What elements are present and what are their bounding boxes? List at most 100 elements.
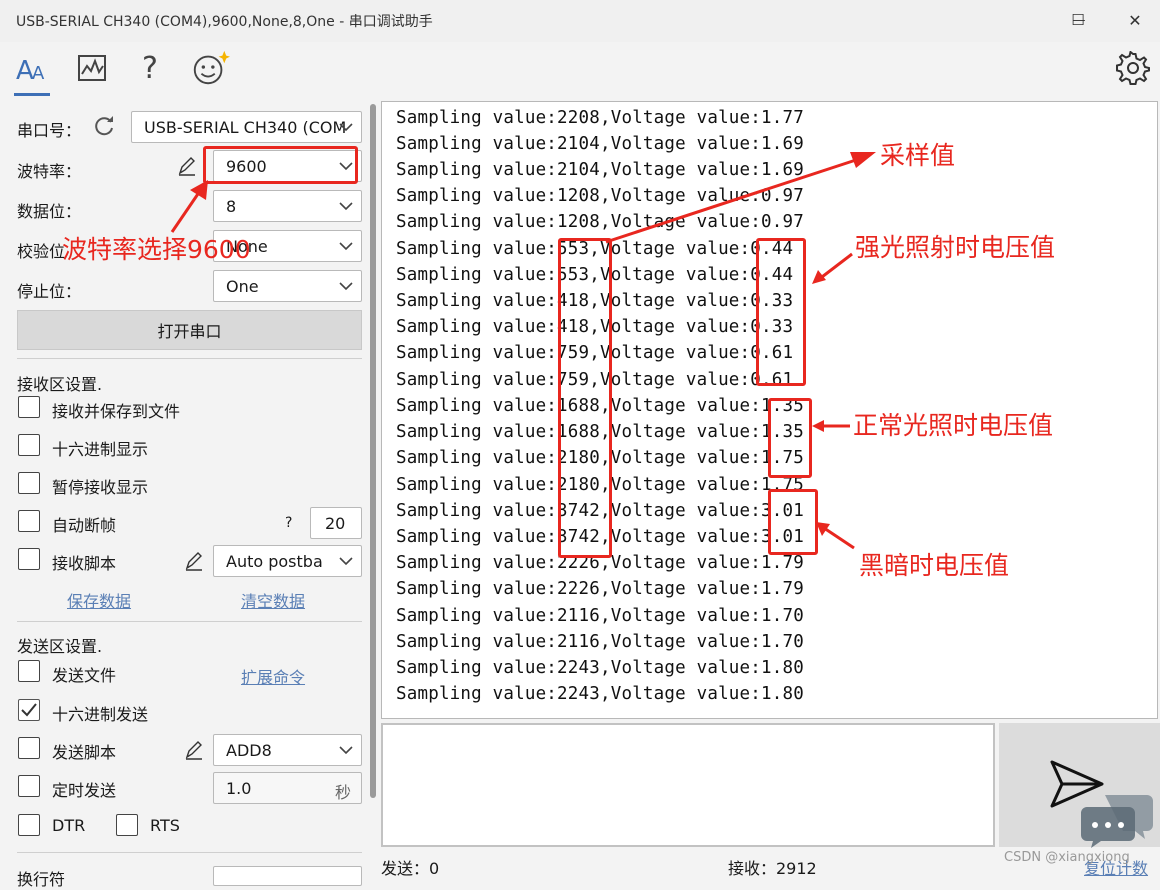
arrow-annotation [812, 252, 853, 284]
save-to-file-checkbox[interactable] [18, 396, 40, 418]
send-script-checkbox[interactable] [18, 737, 40, 759]
received-count: 接收：2912 [728, 859, 817, 878]
recv-script-label: 接收脚本 [52, 554, 117, 573]
svg-text:A: A [32, 63, 45, 83]
arrow-annotation [170, 180, 208, 233]
receive-line: Sampling value:2226,Voltage value:1.79 [396, 579, 804, 599]
port-label: 串口号： [17, 121, 82, 140]
emoji-icon[interactable] [190, 48, 230, 88]
save-data-link[interactable]: 保存数据 [67, 588, 131, 612]
chevron-down-icon [339, 123, 353, 132]
chat-icon [1081, 795, 1153, 848]
chevron-down-icon [339, 242, 353, 251]
hex-send-checkbox[interactable] [18, 699, 40, 721]
divider [17, 358, 362, 359]
save-to-file-label: 接收并保存到文件 [52, 402, 181, 421]
normal-light-annotation: 正常光照时电压值 [853, 411, 1054, 440]
close-button[interactable]: ✕ [1110, 0, 1160, 40]
window-title: USB-SERIAL CH340 (COM4),9600,None,8,One … [16, 14, 433, 30]
dtr-label: DTR [52, 816, 86, 835]
sampling-column-box [558, 238, 612, 558]
open-port-button[interactable]: 打开串口 [17, 310, 362, 350]
arrow-annotation [816, 522, 855, 550]
edit-pen-icon[interactable] [183, 739, 207, 763]
auto-frame-checkbox[interactable] [18, 510, 40, 532]
seconds-unit: 秒 [334, 783, 351, 802]
font-icon[interactable]: AA [12, 48, 52, 88]
databits-select[interactable]: 8 [213, 190, 362, 222]
baud-annotation: 波特率选择9600 [62, 235, 251, 264]
hex-send-label: 十六进制发送 [52, 705, 149, 724]
normal-light-box [768, 398, 812, 478]
watermark: CSDN @xiangxiong [1004, 850, 1130, 865]
toolbar-active-indicator [14, 93, 50, 96]
rts-label: RTS [150, 816, 180, 835]
receive-line: Sampling value:2116,Voltage value:1.70 [396, 632, 804, 652]
line-ending-label: 换行符 [17, 870, 66, 889]
recv-script-select[interactable]: Auto postba [213, 545, 362, 577]
toolbar: AA ? [0, 42, 1160, 98]
send-file-label: 发送文件 [52, 666, 117, 685]
divider [17, 852, 362, 853]
timed-interval-input[interactable]: 1.0 秒 [213, 772, 362, 804]
edit-pen-icon[interactable] [183, 550, 207, 574]
parity-label: 校验位 [17, 242, 66, 261]
line-ending-select[interactable] [213, 866, 362, 886]
baud-highlight-box [203, 146, 358, 184]
pause-display-checkbox[interactable] [18, 472, 40, 494]
receive-settings-heading: 接收区设置. [17, 375, 103, 394]
receive-line: Sampling value:2243,Voltage value:1.80 [396, 658, 804, 678]
arrow-annotation [812, 420, 850, 432]
rts-checkbox[interactable] [116, 814, 138, 836]
arrow-annotation [605, 152, 876, 244]
sent-count: 发送：0 [381, 859, 440, 878]
chevron-down-icon [339, 557, 353, 566]
databits-label: 数据位： [17, 202, 82, 221]
send-script-label: 发送脚本 [52, 743, 117, 762]
refresh-icon[interactable] [92, 114, 118, 140]
receive-line: Sampling value:2243,Voltage value:1.80 [396, 684, 804, 704]
check-icon [21, 703, 37, 717]
send-input[interactable] [381, 723, 995, 847]
divider [17, 621, 362, 622]
auto-frame-help-icon[interactable]: ? [285, 515, 292, 531]
baud-label: 波特率： [17, 162, 82, 181]
chevron-down-icon [339, 746, 353, 755]
send-file-checkbox[interactable] [18, 660, 40, 682]
sample-annotation: 采样值 [880, 141, 956, 170]
gear-icon[interactable] [1113, 48, 1153, 88]
timed-send-label: 定时发送 [52, 781, 117, 800]
edit-pen-icon[interactable] [176, 155, 200, 179]
strong-light-box [756, 238, 806, 386]
title-bar: USB-SERIAL CH340 (COM4),9600,None,8,One … [0, 0, 1160, 43]
chevron-down-icon [339, 282, 353, 291]
stopbits-label: 停止位： [17, 282, 82, 301]
chart-icon[interactable] [72, 48, 112, 88]
maximize-icon: ☐ [1071, 11, 1085, 29]
dark-box [768, 489, 818, 555]
extend-command-link[interactable]: 扩展命令 [241, 664, 305, 688]
auto-frame-label: 自动断帧 [52, 516, 117, 535]
help-icon[interactable]: ? [130, 48, 170, 88]
close-icon: ✕ [1128, 10, 1142, 30]
timed-send-checkbox[interactable] [18, 775, 40, 797]
auto-frame-input[interactable]: 20 [310, 507, 362, 539]
dark-annotation: 黑暗时电压值 [859, 551, 1010, 580]
recv-script-checkbox[interactable] [18, 548, 40, 570]
send-script-select[interactable]: ADD8 [213, 734, 362, 766]
left-panel-scrollbar[interactable] [370, 104, 376, 798]
port-select[interactable]: USB-SERIAL CH340 (COM [131, 111, 362, 143]
pause-display-label: 暂停接收显示 [52, 478, 149, 497]
send-settings-heading: 发送区设置. [17, 637, 103, 656]
hex-display-checkbox[interactable] [18, 434, 40, 456]
send-button[interactable] [999, 723, 1160, 848]
clear-data-link[interactable]: 清空数据 [241, 588, 305, 612]
stopbits-select[interactable]: One [213, 270, 362, 302]
strong-light-annotation: 强光照射时电压值 [855, 233, 1056, 262]
hex-display-label: 十六进制显示 [52, 440, 149, 459]
dtr-checkbox[interactable] [18, 814, 40, 836]
receive-line: Sampling value:2208,Voltage value:1.77 [396, 108, 804, 128]
maximize-button-area[interactable]: ☐ [1053, 0, 1103, 40]
chevron-down-icon [339, 202, 353, 211]
receive-line: Sampling value:2116,Voltage value:1.70 [396, 606, 804, 626]
